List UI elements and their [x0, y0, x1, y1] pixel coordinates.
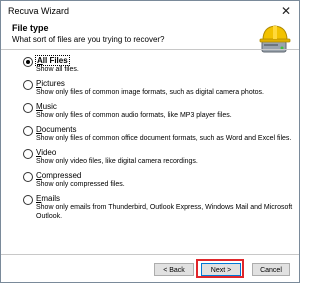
option-pictures[interactable]: Pictures Show only files of common image… [23, 79, 293, 102]
header-separator [1, 49, 299, 50]
option-description: Show only files of common image formats,… [36, 89, 264, 96]
wizard-window: Recuva Wizard ✕ File type What sort of f… [0, 0, 300, 283]
radio-all-files[interactable] [23, 57, 33, 67]
window-title: Recuva Wizard [8, 6, 70, 16]
option-emails[interactable]: Emails Show only emails from Thunderbird… [23, 194, 293, 223]
option-documents[interactable]: Documents Show only files of common offi… [23, 125, 293, 148]
option-label: Music [36, 102, 57, 111]
radio-documents[interactable] [23, 126, 33, 136]
radio-compressed[interactable] [23, 172, 33, 182]
option-label: All Files [35, 55, 70, 66]
option-description: Show only files of common office documen… [36, 135, 292, 142]
page-subtitle: What sort of files are you trying to rec… [12, 35, 165, 44]
option-video[interactable]: Video Show only video files, like digita… [23, 148, 293, 171]
wizard-header: File type What sort of files are you try… [1, 23, 299, 55]
radio-music[interactable] [23, 103, 33, 113]
option-description: Show only compressed files. [36, 181, 125, 188]
option-label: Pictures [36, 79, 65, 88]
radio-pictures[interactable] [23, 80, 33, 90]
next-button-highlight [196, 259, 244, 278]
option-label: Emails [36, 194, 61, 203]
option-compressed[interactable]: Compressed Show only compressed files. [23, 171, 293, 194]
radio-emails[interactable] [23, 195, 33, 205]
option-description: Show only emails from Thunderbird, Outlo… [36, 204, 293, 220]
option-label: Video [36, 148, 57, 157]
cancel-button[interactable]: Cancel [252, 263, 290, 276]
option-label: Documents [36, 125, 77, 134]
option-description: Show only video files, like digital came… [36, 158, 198, 165]
option-all-files[interactable]: All Files Show all files. [23, 55, 293, 79]
option-description: Show only files of common audio formats,… [36, 112, 232, 119]
close-icon[interactable]: ✕ [279, 4, 293, 18]
back-button[interactable]: < Back [154, 263, 194, 276]
option-description: Show all files. [36, 66, 79, 73]
footer-separator [1, 254, 299, 255]
page-title: File type [12, 23, 49, 33]
option-music[interactable]: Music Show only files of common audio fo… [23, 102, 293, 125]
radio-video[interactable] [23, 149, 33, 159]
file-type-options: All Files Show all files. Pictures Show … [23, 55, 293, 223]
option-label: Compressed [36, 171, 82, 180]
title-bar: Recuva Wizard ✕ [1, 1, 299, 23]
